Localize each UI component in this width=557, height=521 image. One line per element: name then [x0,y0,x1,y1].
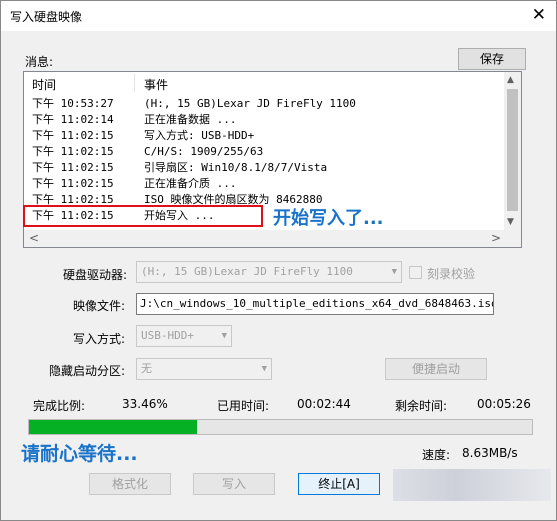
verify-label: 刻录校验 [427,267,476,281]
message-row[interactable]: 下午 10:53:27 (H:, 15 GB)Lexar JD FireFly … [24,96,506,112]
message-row[interactable]: 下午 11:02:15 引导扇区: Win10/8.1/8/7/Vista [24,160,506,176]
speed-label: 速度: [422,448,451,462]
save-button[interactable]: 保存 [458,48,526,70]
image-file-input[interactable]: J:\cn_windows_10_multiple_editions_x64_d… [136,293,494,315]
drive-select[interactable]: (H:, 15 GB)Lexar JD FireFly 1100 ▼ [136,261,402,283]
write-mode-select[interactable]: USB-HDD+ ▼ [136,325,232,347]
quick-boot-button[interactable]: 便捷启动 [385,358,487,380]
percent-value: 33.46% [122,397,168,411]
elapsed-label: 已用时间: [217,399,270,413]
progress-bar-fill [29,420,198,434]
scroll-thumb[interactable] [507,89,518,211]
hidden-partition-select[interactable]: 无 ▼ [136,358,272,380]
blurred-region [393,469,551,501]
chevron-down-icon: ▼ [261,364,267,374]
message-event: 正在准备介质 ... [144,177,237,190]
write-button[interactable]: 写入 [193,473,275,495]
verify-checkbox[interactable] [409,266,422,279]
close-icon[interactable]: ✕ [532,5,546,25]
image-file-label: 映像文件: [73,299,126,313]
horizontal-scrollbar[interactable]: < > [24,230,506,247]
stop-button[interactable]: 终止[A] [298,473,380,495]
progress-bar [28,419,533,435]
message-event: 正在准备数据 ... [144,113,237,126]
message-event: 写入方式: USB-HDD+ [144,129,255,142]
message-event: C/H/S: 1909/255/63 [144,145,264,158]
highlight-box [23,205,263,227]
column-header-time[interactable]: 时间 [32,76,56,93]
message-row[interactable]: 下午 11:02:15 C/H/S: 1909/255/63 [24,144,506,160]
messages-label: 消息: [25,55,54,69]
message-time: 下午 11:02:15 [32,177,114,190]
message-time: 下午 11:02:15 [32,161,114,174]
write-mode-label: 写入方式: [73,332,126,346]
format-button[interactable]: 格式化 [89,473,171,495]
message-time: 下午 10:53:27 [32,97,114,110]
hidden-partition-label: 隐藏启动分区: [49,364,126,378]
column-separator[interactable] [134,74,135,92]
vertical-scrollbar[interactable]: ▲ ▼ [504,72,521,230]
percent-label: 完成比例: [33,399,86,413]
write-disk-image-window: 写入硬盘映像 ✕ 消息: 保存 时间 事件 下午 10:53:27 (H:, 1… [0,0,557,521]
chevron-down-icon: ▼ [221,331,227,341]
message-time: 下午 11:02:15 [32,129,114,142]
chevron-down-icon: ▼ [391,267,397,277]
message-event: 引导扇区: Win10/8.1/8/7/Vista [144,161,328,174]
hidden-partition-select-value: 无 [141,362,152,375]
scroll-left-icon[interactable]: < [29,231,39,245]
message-list-header: 时间 事件 [24,72,506,94]
annotation-please-wait: 请耐心等待... [21,443,138,465]
message-row[interactable]: 下午 11:02:15 写入方式: USB-HDD+ [24,128,506,144]
message-event: (H:, 15 GB)Lexar JD FireFly 1100 [144,97,356,110]
write-mode-select-value: USB-HDD+ [141,329,194,342]
column-header-event[interactable]: 事件 [144,76,168,93]
drive-select-value: (H:, 15 GB)Lexar JD FireFly 1100 [141,265,353,278]
scroll-down-icon[interactable]: ▼ [507,217,514,227]
speed-value: 8.63MB/s [462,446,518,460]
scroll-right-icon[interactable]: > [491,231,501,245]
drive-label: 硬盘驱动器: [63,268,128,282]
scroll-up-icon[interactable]: ▲ [507,75,514,85]
window-title: 写入硬盘映像 [10,10,83,24]
remaining-label: 剩余时间: [395,399,448,413]
message-time: 下午 11:02:15 [32,145,114,158]
message-time: 下午 11:02:14 [32,113,114,126]
elapsed-value: 00:02:44 [297,397,351,411]
message-row[interactable]: 下午 11:02:14 正在准备数据 ... [24,112,506,128]
remaining-value: 00:05:26 [477,397,531,411]
annotation-writing-started: 开始写入了... [273,208,384,229]
title-bar: 写入硬盘映像 ✕ [1,1,556,31]
scrollbar-corner [504,230,521,247]
message-row[interactable]: 下午 11:02:15 正在准备介质 ... [24,176,506,192]
